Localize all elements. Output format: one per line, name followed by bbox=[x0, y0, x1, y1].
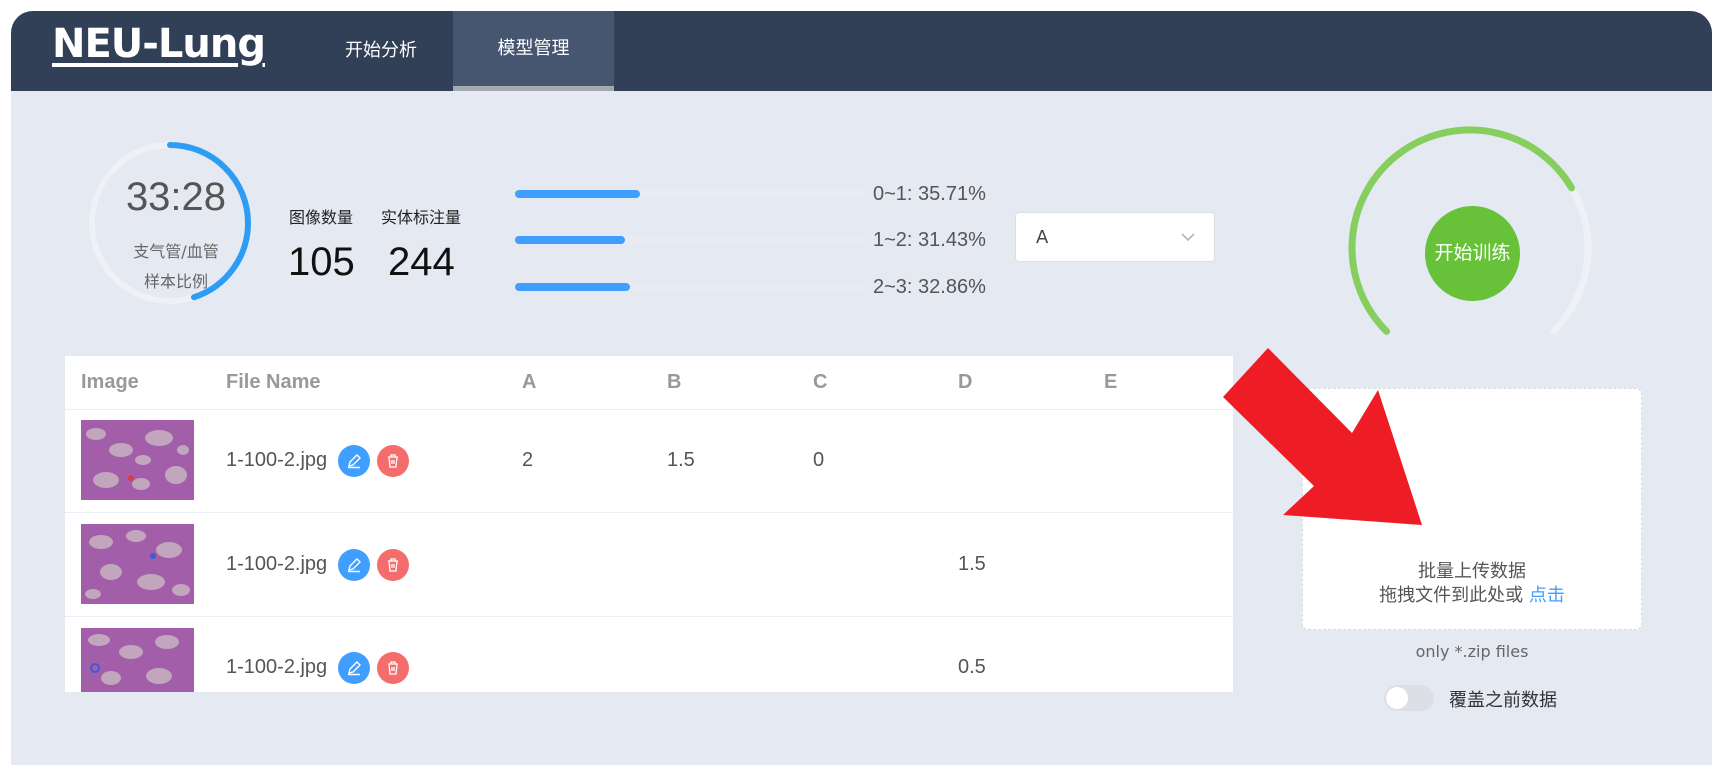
file-name: 1-100-2.jpg bbox=[226, 449, 328, 471]
distribution-bar-2 bbox=[515, 283, 865, 291]
file-name: 1-100-2.jpg bbox=[226, 656, 328, 678]
toggle-knob bbox=[1386, 687, 1408, 709]
edit-button[interactable] bbox=[338, 549, 370, 581]
distribution-bar-fill bbox=[515, 190, 640, 198]
distribution-bar-1 bbox=[515, 236, 865, 244]
cell-c: 0 bbox=[813, 449, 825, 471]
tissue-image bbox=[81, 628, 194, 692]
logo: NEU-Lung bbox=[52, 21, 266, 67]
upload-hint: 拖拽文件到此处或 点击 bbox=[1302, 581, 1642, 607]
column-header-d: D bbox=[958, 371, 973, 393]
tissue-image bbox=[81, 420, 194, 500]
edit-icon bbox=[348, 454, 361, 469]
image-count-label: 图像数量 bbox=[289, 208, 354, 227]
column-header-e: E bbox=[1104, 371, 1118, 393]
column-header-b: B bbox=[667, 371, 682, 393]
annotation-arrow bbox=[1223, 348, 1422, 525]
upload-file-note: only *.zip files bbox=[1415, 642, 1529, 661]
table-row-thumbnail[interactable] bbox=[81, 420, 194, 500]
cell-d: 0.5 bbox=[958, 656, 986, 678]
edit-icon bbox=[348, 661, 361, 676]
edit-icon bbox=[348, 558, 361, 573]
delete-button[interactable] bbox=[377, 445, 409, 477]
distribution-label-2: 2~3: 32.86% bbox=[873, 276, 986, 298]
trash-icon bbox=[388, 454, 398, 468]
row-divider bbox=[65, 616, 1233, 617]
delete-button[interactable] bbox=[377, 549, 409, 581]
column-header-a: A bbox=[522, 371, 537, 393]
column-header-file-name: File Name bbox=[226, 371, 321, 393]
trash-icon bbox=[388, 558, 398, 572]
trash-icon bbox=[388, 661, 398, 675]
overwrite-label: 覆盖之前数据 bbox=[1449, 690, 1557, 711]
ring-label: 支气管/血管 bbox=[133, 242, 219, 261]
cell-d: 1.5 bbox=[958, 553, 986, 575]
table-row-thumbnail[interactable] bbox=[81, 628, 194, 692]
column-header-c: C bbox=[813, 371, 828, 393]
data-table bbox=[65, 356, 1233, 692]
nav-tab-model-management[interactable]: 模型管理 bbox=[453, 11, 614, 91]
edit-button[interactable] bbox=[338, 445, 370, 477]
entity-count-value: 244 bbox=[388, 240, 455, 284]
row-divider bbox=[65, 409, 1233, 410]
distribution-label-1: 1~2: 31.43% bbox=[873, 229, 986, 251]
image-count-value: 105 bbox=[288, 240, 355, 284]
column-header-image: Image bbox=[81, 371, 139, 393]
delete-button[interactable] bbox=[377, 652, 409, 684]
entity-count-label: 实体标注量 bbox=[381, 208, 462, 227]
overwrite-toggle[interactable] bbox=[1384, 685, 1434, 711]
distribution-label-0: 0~1: 35.71% bbox=[873, 183, 986, 205]
timer-value: 33:28 bbox=[125, 175, 227, 219]
cell-a: 2 bbox=[522, 449, 534, 471]
category-select[interactable]: A bbox=[1015, 212, 1215, 262]
category-select-value: A bbox=[1036, 227, 1049, 248]
distribution-bar-fill bbox=[515, 236, 625, 244]
nav-tab-analysis[interactable]: 开始分析 bbox=[301, 11, 461, 91]
file-name: 1-100-2.jpg bbox=[226, 553, 328, 575]
row-divider bbox=[65, 512, 1233, 513]
upload-hint-text: 拖拽文件到此处或 bbox=[1379, 585, 1524, 606]
upload-click-link[interactable]: 点击 bbox=[1529, 585, 1565, 606]
edit-button[interactable] bbox=[338, 652, 370, 684]
distribution-bar-fill bbox=[515, 283, 630, 291]
chevron-down-icon bbox=[1181, 233, 1195, 242]
ring-sublabel: 样本比例 bbox=[143, 272, 208, 291]
table-row-thumbnail[interactable] bbox=[81, 524, 194, 604]
top-navbar: NEU-Lung 开始分析 模型管理 bbox=[11, 11, 1712, 91]
distribution-bar-0 bbox=[515, 190, 865, 198]
cell-b: 1.5 bbox=[667, 449, 695, 471]
tissue-image bbox=[81, 524, 194, 604]
upload-title: 批量上传数据 bbox=[1418, 561, 1526, 582]
start-training-button[interactable]: 开始训练 bbox=[1425, 206, 1520, 301]
